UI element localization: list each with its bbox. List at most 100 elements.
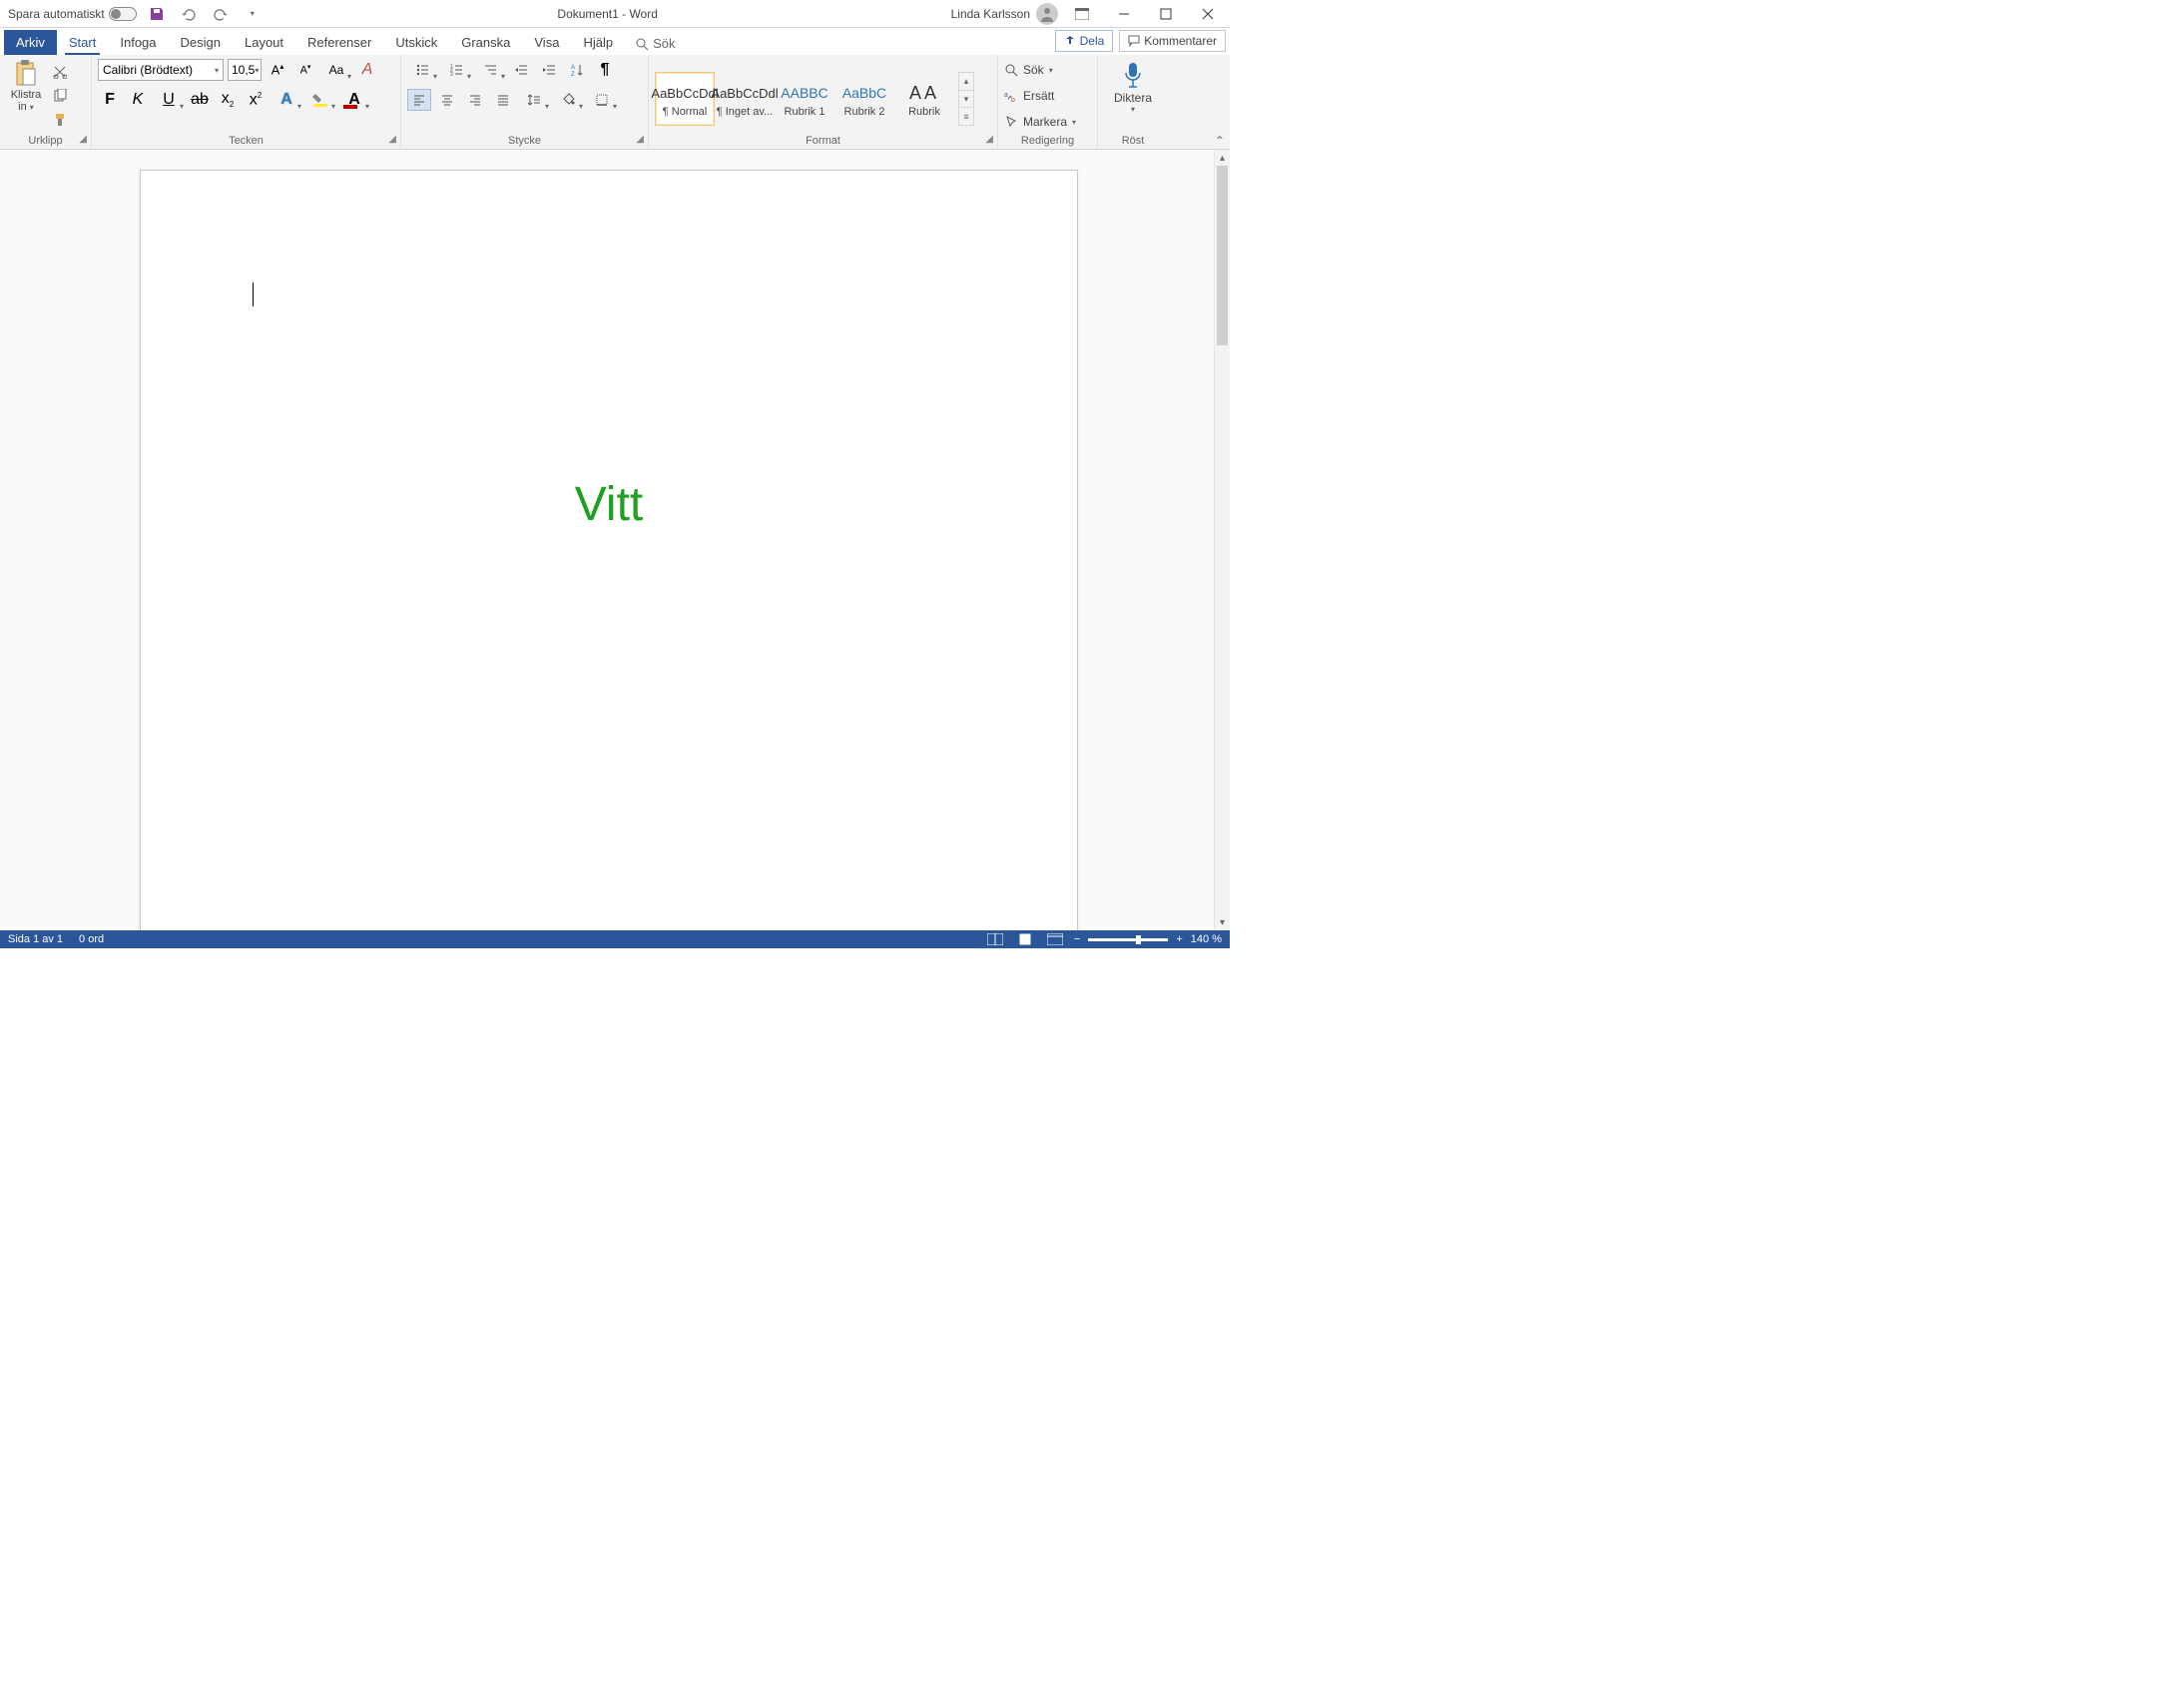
highlight-button[interactable]: ▾ [305,89,335,111]
minimize-button[interactable] [1106,2,1142,26]
replace-button[interactable]: ab Ersätt [1004,85,1076,107]
style-title[interactable]: AA Rubrik [894,72,954,126]
align-left-button[interactable] [407,89,431,111]
zoom-out-button[interactable]: − [1074,933,1080,945]
comments-button[interactable]: Kommentarer [1119,30,1226,52]
shrink-font-button[interactable]: A▾ [293,59,317,81]
undo-button[interactable] [177,2,201,26]
clipboard-launcher[interactable]: ◢ [79,134,87,145]
shading-button[interactable]: ▾ [553,89,583,111]
select-button[interactable]: Markera ▾ [1004,111,1076,133]
close-button[interactable] [1190,2,1226,26]
dictate-button[interactable]: Diktera ▾ [1114,59,1152,114]
scroll-down-button[interactable]: ▾ [1215,914,1230,930]
paste-button[interactable]: Klistra in ▾ [6,59,46,113]
style-heading1[interactable]: AABBC Rubrik 1 [775,72,834,126]
superscript-button[interactable]: x2 [244,89,268,111]
web-layout-button[interactable] [1044,931,1066,947]
copy-icon [53,89,67,103]
tab-design[interactable]: Design [169,30,233,55]
align-center-button[interactable] [435,89,459,111]
tab-utskick[interactable]: Utskick [383,30,449,55]
align-center-icon [440,93,454,107]
sort-button[interactable]: AZ [565,59,589,81]
italic-button[interactable]: K [126,89,150,111]
clear-formatting-button[interactable]: A [355,59,379,81]
quick-access-toolbar: Spara automatiskt ▾ [0,2,265,26]
web-layout-icon [1047,933,1063,945]
borders-button[interactable]: ▾ [587,89,617,111]
style-heading2[interactable]: AaBbC Rubrik 2 [834,72,894,126]
tab-layout[interactable]: Layout [233,30,295,55]
multilevel-list-button[interactable]: ▾ [475,59,505,81]
copy-button[interactable] [50,87,70,105]
page-number-status[interactable]: Sida 1 av 1 [8,933,63,945]
tab-granska[interactable]: Granska [449,30,522,55]
styles-launcher[interactable]: ◢ [985,134,993,145]
scroll-thumb[interactable] [1217,166,1228,345]
format-painter-button[interactable] [50,111,70,129]
numbering-button[interactable]: 123▾ [441,59,471,81]
group-label-styles: Format◢ [655,133,991,147]
tab-help[interactable]: Hjälp [571,30,625,55]
font-launcher[interactable]: ◢ [388,134,396,145]
tab-start[interactable]: Start [57,30,108,55]
scroll-up-button[interactable]: ▴ [1215,150,1230,166]
increase-indent-button[interactable] [537,59,561,81]
qat-customize-button[interactable]: ▾ [241,2,265,26]
style-label: Rubrik [908,106,940,118]
sort-icon: AZ [570,63,584,77]
grow-font-button[interactable]: A▴ [266,59,289,81]
tab-visa[interactable]: Visa [522,30,571,55]
account-button[interactable]: Linda Karlsson [951,3,1058,25]
bold-button[interactable]: F [98,89,122,111]
paragraph-launcher[interactable]: ◢ [636,134,644,145]
text-effects-button[interactable]: A▾ [272,89,301,111]
zoom-in-button[interactable]: + [1176,933,1182,945]
justify-button[interactable] [491,89,515,111]
tab-referenser[interactable]: Referenser [295,30,383,55]
style-normal[interactable]: AaBbCcDdl ¶ Normal [655,72,715,126]
group-styles: AaBbCcDdl ¶ Normal AaBbCcDdl ¶ Inget av.… [649,55,998,149]
decrease-indent-button[interactable] [509,59,533,81]
gallery-up-button[interactable]: ▴ [959,73,973,90]
scissors-icon [53,65,67,79]
underline-button[interactable]: U▾ [154,89,184,111]
collapse-ribbon-button[interactable]: ⌃ [1212,134,1228,148]
print-layout-button[interactable] [1014,931,1036,947]
word-count-status[interactable]: 0 ord [79,933,104,945]
font-name-combo[interactable]: Calibri (Brödtext)▾ [98,59,224,81]
tab-infoga[interactable]: Infoga [108,30,168,55]
tab-file[interactable]: Arkiv [4,30,57,55]
line-spacing-button[interactable]: ▾ [519,89,549,111]
strikethrough-button[interactable]: ab [188,89,212,111]
change-case-button[interactable]: Aa▾ [321,59,351,81]
save-button[interactable] [145,2,169,26]
style-preview: AABBC [781,80,827,106]
zoom-slider[interactable] [1088,938,1168,941]
zoom-slider-thumb[interactable] [1136,935,1141,944]
font-color-button[interactable]: A▾ [339,89,369,111]
ribbon-display-options-button[interactable] [1064,2,1100,26]
tell-me-search[interactable]: Sök [625,32,685,55]
style-no-spacing[interactable]: AaBbCcDdl ¶ Inget av... [715,72,775,126]
show-marks-button[interactable]: ¶ [593,59,617,81]
autosave-toggle[interactable]: Spara automatiskt [8,7,137,21]
redo-button[interactable] [209,2,233,26]
find-button[interactable]: Sök ▾ [1004,59,1076,81]
document-area[interactable]: Vitt [0,150,1214,930]
font-size-combo[interactable]: 10,5▾ [228,59,262,81]
zoom-percentage[interactable]: 140 % [1191,933,1222,945]
page[interactable]: Vitt [140,170,1078,930]
read-mode-button[interactable] [984,931,1006,947]
vertical-scrollbar[interactable]: ▴ ▾ [1214,150,1230,930]
share-button[interactable]: Dela [1055,30,1114,52]
maximize-button[interactable] [1148,2,1184,26]
gallery-more-button[interactable]: ≡ [959,107,973,125]
gallery-down-button[interactable]: ▾ [959,90,973,108]
bullets-button[interactable]: ▾ [407,59,437,81]
align-right-button[interactable] [463,89,487,111]
subscript-button[interactable]: x2 [216,89,240,111]
cut-button[interactable] [50,63,70,81]
justify-icon [496,93,510,107]
